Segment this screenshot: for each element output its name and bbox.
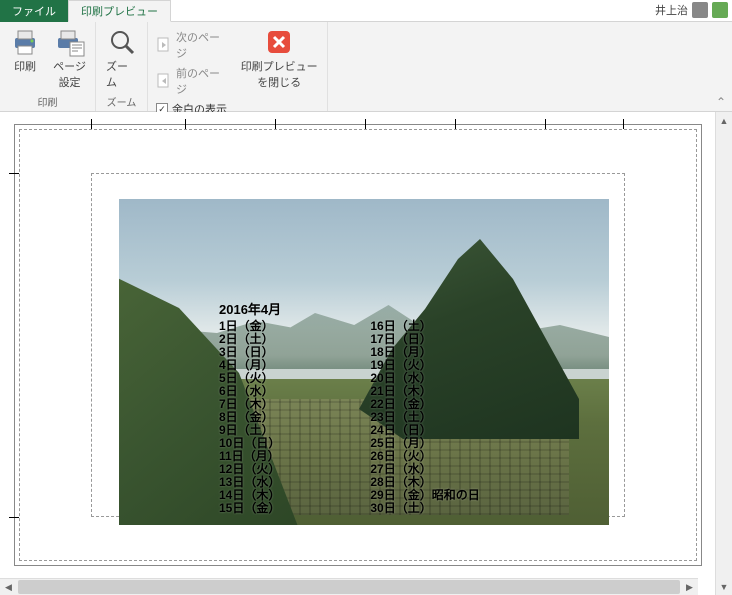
margin-tick[interactable] bbox=[91, 119, 92, 129]
margin-tick[interactable] bbox=[9, 173, 19, 174]
photo-background: 2016年4月 1日（金） 2日（土） 3日（日） 4日（月） 5日（火） 6日… bbox=[119, 199, 609, 525]
margin-tick[interactable] bbox=[185, 119, 186, 129]
tab-file[interactable]: ファイル bbox=[0, 0, 68, 22]
calendar-date: 30日（土） bbox=[370, 502, 479, 515]
avatar-icon bbox=[712, 2, 728, 18]
calendar-col-left: 1日（金） 2日（土） 3日（日） 4日（月） 5日（火） 6日（水） 7日（木… bbox=[219, 320, 280, 515]
ribbon-group-print: 印刷 ページ 設定 印刷 bbox=[0, 22, 96, 111]
close-icon bbox=[263, 26, 295, 58]
print-button[interactable]: 印刷 bbox=[6, 24, 44, 92]
scroll-right-icon[interactable]: ▶ bbox=[681, 579, 698, 595]
vertical-scrollbar[interactable]: ▲ ▼ bbox=[715, 112, 732, 595]
scroll-up-icon[interactable]: ▲ bbox=[716, 112, 732, 129]
ribbon-group-label: 印刷 bbox=[6, 92, 89, 112]
margin-tick[interactable] bbox=[9, 517, 19, 518]
tab-print-preview[interactable]: 印刷プレビュー bbox=[68, 0, 171, 22]
margin-tick[interactable] bbox=[455, 119, 456, 129]
page-preview: 2016年4月 1日（金） 2日（土） 3日（日） 4日（月） 5日（火） 6日… bbox=[14, 124, 702, 566]
scroll-left-icon[interactable]: ◀ bbox=[0, 579, 17, 595]
page-setup-button[interactable]: ページ 設定 bbox=[50, 24, 89, 92]
prev-page-button: 前のページ bbox=[154, 64, 231, 98]
page-next-icon bbox=[156, 37, 172, 53]
ribbon-group-preview: 次のページ 前のページ ✓ 余白の表示 印刷プレビュー を閉じる プレビュー bbox=[148, 22, 328, 111]
horizontal-scrollbar[interactable]: ◀ ▶ bbox=[0, 578, 698, 595]
margin-tick[interactable] bbox=[365, 119, 366, 129]
zoom-icon bbox=[106, 26, 138, 58]
margin-tick[interactable] bbox=[623, 119, 624, 129]
preview-area[interactable]: 2016年4月 1日（金） 2日（土） 3日（日） 4日（月） 5日（火） 6日… bbox=[0, 112, 715, 595]
ribbon-group-zoom: ズーム ズーム bbox=[96, 22, 148, 111]
workspace: 2016年4月 1日（金） 2日（土） 3日（日） 4日（月） 5日（火） 6日… bbox=[0, 112, 732, 595]
tab-bar: ファイル 印刷プレビュー 井上治 bbox=[0, 0, 732, 22]
scroll-thumb[interactable] bbox=[18, 580, 680, 594]
calendar-date: 15日（金） bbox=[219, 502, 280, 515]
ribbon: 印刷 ページ 設定 印刷 ズーム ズーム bbox=[0, 22, 732, 112]
printer-icon bbox=[9, 26, 41, 58]
margin-tick[interactable] bbox=[275, 119, 276, 129]
page-prev-icon bbox=[156, 73, 172, 89]
user-area[interactable]: 井上治 bbox=[655, 2, 728, 18]
calendar-overlay: 2016年4月 1日（金） 2日（土） 3日（日） 4日（月） 5日（火） 6日… bbox=[219, 299, 480, 515]
margin-tick[interactable] bbox=[545, 119, 546, 129]
ribbon-group-label: ズーム bbox=[102, 92, 141, 112]
avatar-icon bbox=[692, 2, 708, 18]
zoom-button[interactable]: ズーム bbox=[102, 24, 141, 92]
scroll-down-icon[interactable]: ▼ bbox=[716, 578, 732, 595]
close-preview-button[interactable]: 印刷プレビュー を閉じる bbox=[237, 24, 321, 92]
calendar-title: 2016年4月 bbox=[219, 299, 480, 318]
user-name: 井上治 bbox=[655, 2, 688, 18]
next-page-button: 次のページ bbox=[154, 28, 231, 62]
page-setup-icon bbox=[54, 26, 86, 58]
calendar-col-right: 16日（土） 17日（日） 18日（月） 19日（火） 20日（水） 21日（木… bbox=[370, 320, 479, 515]
collapse-ribbon-icon[interactable]: ⌃ bbox=[716, 95, 726, 109]
